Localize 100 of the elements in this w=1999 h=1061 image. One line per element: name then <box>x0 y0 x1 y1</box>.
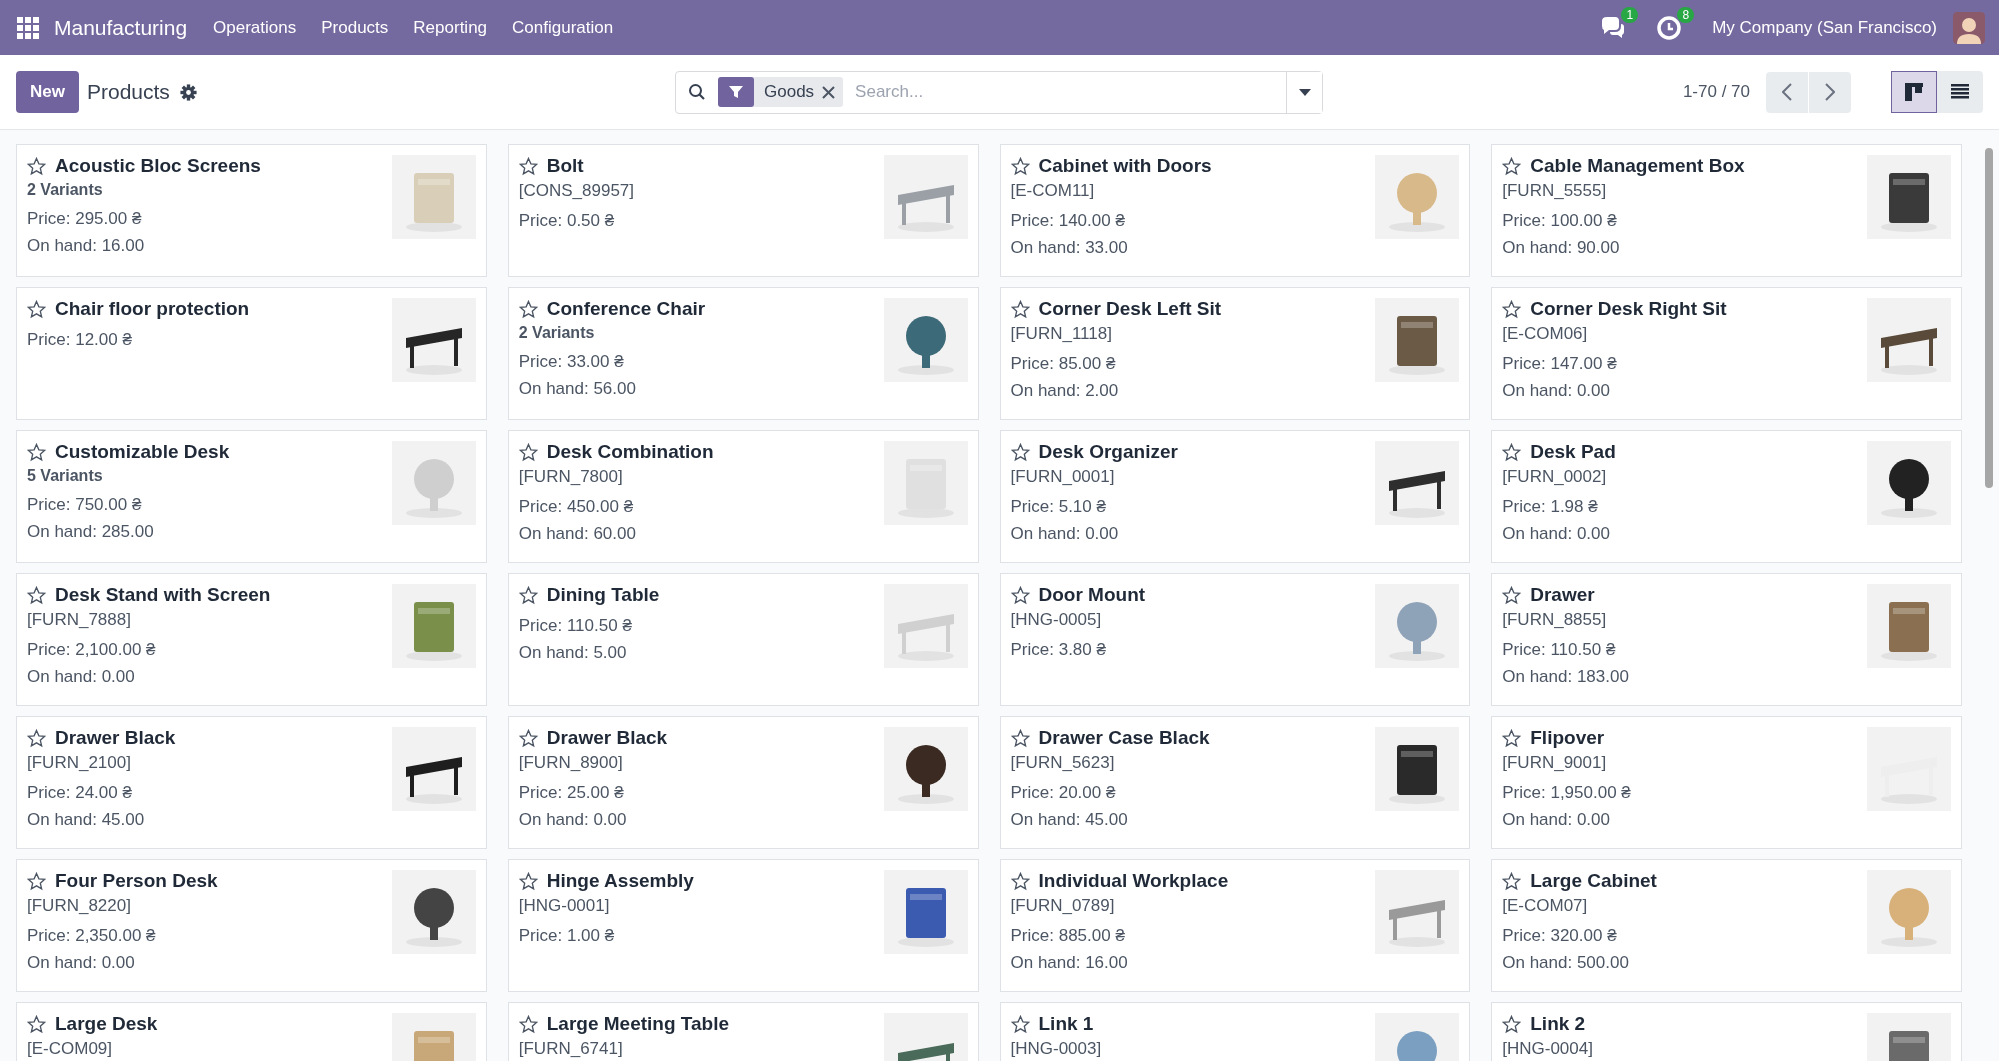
product-price: Price: 110.50 ₴ <box>1502 640 1617 660</box>
menu-item[interactable]: Operations <box>213 17 297 38</box>
pager-value[interactable]: 1-70 / 70 <box>1682 82 1750 102</box>
star-icon[interactable] <box>1010 871 1030 891</box>
star-icon[interactable] <box>1010 1014 1030 1034</box>
chat-icon[interactable] <box>1600 14 1627 41</box>
variant-count: 2 Variants <box>27 181 104 199</box>
product-card[interactable]: Drawer Black [FURN_8900] Price: 25.00 ₴ On hand: 0.00 <box>507 716 979 849</box>
filter-facet[interactable]: Goods <box>718 77 844 107</box>
star-icon[interactable] <box>1010 728 1030 748</box>
star-icon[interactable] <box>518 299 538 319</box>
star-icon[interactable] <box>27 585 46 605</box>
star-icon[interactable] <box>1502 1014 1522 1034</box>
product-card[interactable]: Corner Desk Left Sit [FURN_1118] Price: 85.00 ₴ On hand: 2.00 <box>999 287 1471 420</box>
product-name: Drawer <box>1530 584 1595 606</box>
product-card[interactable]: Drawer Black [FURN_2100] Price: 24.00 ₴ On hand: 45.00 <box>16 716 487 849</box>
product-code: [CONS_89957] <box>518 181 636 201</box>
settings-icon[interactable] <box>179 83 197 101</box>
product-card[interactable]: Chair floor protection Price: 12.00 ₴ <box>16 287 487 420</box>
product-price: Price: 140.00 ₴ <box>1010 211 1126 231</box>
on-hand-quantity: On hand: 16.00 <box>1010 953 1129 973</box>
star-icon[interactable] <box>1502 299 1522 319</box>
new-button[interactable]: New <box>16 71 79 113</box>
star-icon[interactable] <box>1502 156 1522 176</box>
scrollbar-thumb[interactable] <box>1985 148 1993 488</box>
product-card[interactable]: Drawer [FURN_8855] Price: 110.50 ₴ On hand: 183.00 <box>1491 573 1962 706</box>
product-card[interactable]: Customizable Desk 5 Variants Price: 750.00 ₴ On hand: 285.00 <box>16 430 487 563</box>
on-hand-quantity: On hand: 56.00 <box>518 379 637 399</box>
product-card[interactable]: Conference Chair 2 Variants Price: 33.00 ₴ On hand: 56.00 <box>507 287 979 420</box>
star-icon[interactable] <box>1502 442 1522 462</box>
product-code: [FURN_8855] <box>1502 610 1608 630</box>
previous-button[interactable] <box>1766 71 1808 113</box>
star-icon[interactable] <box>1010 299 1030 319</box>
company-switcher[interactable]: My Company (San Francisco) <box>1712 17 1937 38</box>
product-card[interactable]: Cabinet with Doors [E-COM11] Price: 140.00 ₴ On hand: 33.00 <box>999 144 1471 277</box>
product-card[interactable]: Large Meeting Table [FURN_6741] <box>507 1002 979 1061</box>
star-icon[interactable] <box>518 156 538 176</box>
product-card[interactable]: Desk Pad [FURN_0002] Price: 1.98 ₴ On hand: 0.00 <box>1491 430 1962 563</box>
star-icon[interactable] <box>1502 585 1522 605</box>
star-icon[interactable] <box>27 728 46 748</box>
product-price: Price: 2,350.00 ₴ <box>27 926 157 946</box>
product-card[interactable]: Link 2 [HNG-0004] <box>1491 1002 1962 1061</box>
clock-icon[interactable] <box>1656 14 1683 41</box>
list-view-button[interactable] <box>1937 71 1983 113</box>
star-icon[interactable] <box>1502 871 1522 891</box>
product-name: Drawer Black <box>55 727 176 749</box>
product-code: [FURN_9001] <box>1502 753 1608 773</box>
product-card[interactable]: Link 1 [HNG-0003] <box>999 1002 1471 1061</box>
star-icon[interactable] <box>27 871 46 891</box>
menu-item[interactable]: Reporting <box>413 17 488 38</box>
star-icon[interactable] <box>1010 585 1030 605</box>
app-name[interactable]: Manufacturing <box>54 15 188 40</box>
variant-count: 5 Variants <box>27 467 104 485</box>
product-card[interactable]: Flipover [FURN_9001] Price: 1,950.00 ₴ On hand: 0.00 <box>1491 716 1962 849</box>
star-icon[interactable] <box>518 585 538 605</box>
product-price: Price: 110.50 ₴ <box>518 616 633 636</box>
product-card[interactable]: Individual Workplace [FURN_0789] Price: 885.00 ₴ On hand: 16.00 <box>999 859 1471 992</box>
product-card[interactable]: Large Desk [E-COM09] <box>16 1002 487 1061</box>
on-hand-quantity: On hand: 2.00 <box>1010 381 1120 401</box>
product-price: Price: 33.00 ₴ <box>518 352 625 372</box>
star-icon[interactable] <box>1010 156 1030 176</box>
search-field[interactable]: Goods Search... <box>675 70 1323 114</box>
product-code: [E-COM09] <box>27 1039 114 1059</box>
next-button[interactable] <box>1809 71 1851 113</box>
star-icon[interactable] <box>518 871 538 891</box>
product-card[interactable]: Large Cabinet [E-COM07] Price: 320.00 ₴ On hand: 500.00 <box>1491 859 1962 992</box>
product-code: [FURN_7888] <box>27 610 132 630</box>
star-icon[interactable] <box>27 299 46 319</box>
product-price: Price: 885.00 ₴ <box>1010 926 1126 946</box>
product-card[interactable]: Corner Desk Right Sit [E-COM06] Price: 147.00 ₴ On hand: 0.00 <box>1491 287 1962 420</box>
product-card[interactable]: Drawer Case Black [FURN_5623] Price: 20.00 ₴ On hand: 45.00 <box>999 716 1471 849</box>
avatar-icon[interactable] <box>1953 11 1985 44</box>
product-card[interactable]: Desk Organizer [FURN_0001] Price: 5.10 ₴ On hand: 0.00 <box>999 430 1471 563</box>
star-icon[interactable] <box>1010 442 1030 462</box>
kanban-view-button[interactable] <box>1891 71 1937 113</box>
product-card[interactable]: Bolt [CONS_89957] Price: 0.50 ₴ <box>507 144 979 277</box>
apps-menu-icon[interactable] <box>16 15 40 40</box>
product-card[interactable]: Hinge Assembly [HNG-0001] Price: 1.00 ₴ <box>507 859 979 992</box>
product-card[interactable]: Door Mount [HNG-0005] Price: 3.80 ₴ <box>999 573 1471 706</box>
star-icon[interactable] <box>1502 728 1522 748</box>
menu-item[interactable]: Configuration <box>512 17 614 38</box>
star-icon[interactable] <box>27 442 46 462</box>
product-card[interactable]: Desk Combination [FURN_7800] Price: 450.00 ₴ On hand: 60.00 <box>507 430 979 563</box>
star-icon[interactable] <box>518 728 538 748</box>
star-icon[interactable] <box>518 442 538 462</box>
star-icon[interactable] <box>27 1014 46 1034</box>
product-name: Large Meeting Table <box>546 1013 730 1035</box>
star-icon[interactable] <box>27 156 46 176</box>
product-card[interactable]: Dining Table Price: 110.50 ₴ On hand: 5.00 <box>507 573 979 706</box>
search-dropdown-button[interactable] <box>1286 71 1322 113</box>
product-card[interactable]: Cable Management Box [FURN_5555] Price: 100.00 ₴ On hand: 90.00 <box>1491 144 1962 277</box>
menu-item[interactable]: Products <box>321 17 389 38</box>
search-input[interactable]: Search... <box>853 81 1286 103</box>
product-card[interactable]: Acoustic Bloc Screens 2 Variants Price: 295.00 ₴ On hand: 16.00 <box>16 144 487 277</box>
product-card[interactable]: Desk Stand with Screen [FURN_7888] Price: 2,100.00 ₴ On hand: 0.00 <box>16 573 487 706</box>
product-card[interactable]: Four Person Desk [FURN_8220] Price: 2,350.00 ₴ On hand: 0.00 <box>16 859 487 992</box>
on-hand-quantity: On hand: 0.00 <box>1502 381 1611 401</box>
star-icon[interactable] <box>518 1014 538 1034</box>
on-hand-quantity: On hand: 0.00 <box>27 953 136 973</box>
product-code: [E-COM07] <box>1502 896 1589 916</box>
